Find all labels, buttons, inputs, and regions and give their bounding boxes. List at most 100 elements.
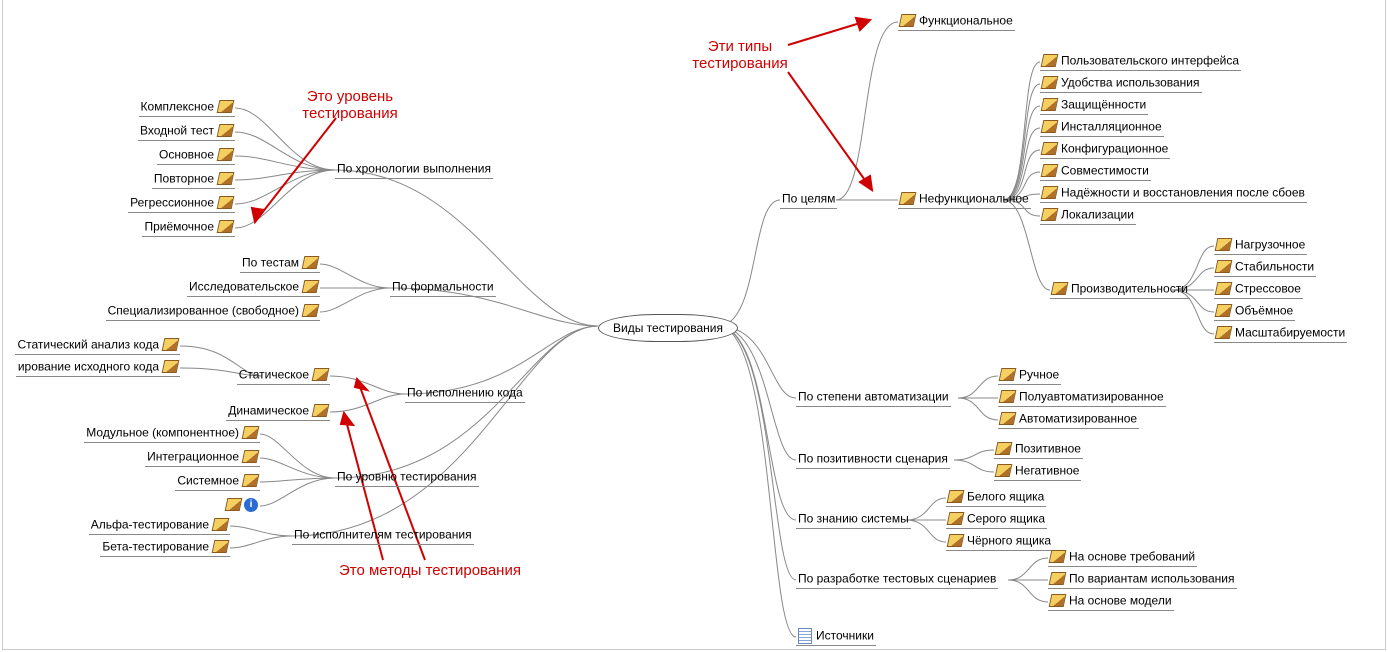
pos-item-1[interactable]: Негативное <box>994 462 1081 481</box>
pencil-icon <box>312 368 330 381</box>
know-item-2[interactable]: Чёрного ящика <box>946 532 1053 551</box>
center-node[interactable]: Виды тестирования <box>598 314 738 342</box>
center-label: Виды тестирования <box>613 321 723 335</box>
pencil-icon <box>1041 164 1059 177</box>
chronology-item-2[interactable]: Основное <box>157 146 235 165</box>
pencil-icon <box>1041 120 1059 133</box>
pencil-icon <box>995 464 1013 477</box>
pencil-icon <box>302 256 320 269</box>
pencil-icon <box>162 360 180 373</box>
branch-chronology[interactable]: По хронологии выполнения <box>335 160 493 179</box>
pencil-icon <box>999 390 1017 403</box>
pencil-icon <box>999 412 1017 425</box>
formality-item-2[interactable]: Специализированное (свободное) <box>106 302 320 321</box>
pencil-icon <box>217 148 235 161</box>
know-item-0[interactable]: Белого ящика <box>946 488 1046 507</box>
branch-automation[interactable]: По степени автоматизации <box>796 388 951 407</box>
pencil-icon <box>1215 326 1233 339</box>
perf-item-3[interactable]: Объёмное <box>1214 302 1295 321</box>
pencil-icon <box>1041 76 1059 89</box>
pencil-icon <box>1049 594 1067 607</box>
level-item-0[interactable]: Модульное (компонентное) <box>84 424 260 443</box>
annot-level: Это уровеньтестирования <box>280 88 420 122</box>
nf-item-6[interactable]: Надёжности и восстановления после сбоев <box>1040 184 1307 203</box>
code-exec-static[interactable]: Статическое <box>237 366 330 385</box>
nf-item-0[interactable]: Пользовательского интерфейса <box>1040 52 1241 71</box>
auto-item-2[interactable]: Автоматизированное <box>998 410 1139 429</box>
pencil-icon <box>1215 282 1233 295</box>
level-item-1[interactable]: Интеграционное <box>145 448 260 467</box>
branch-goals[interactable]: По целям <box>780 190 837 209</box>
pencil-icon <box>1041 208 1059 221</box>
nf-item-1[interactable]: Удобства использования <box>1040 74 1202 93</box>
pencil-icon <box>947 512 965 525</box>
pencil-icon <box>217 100 235 113</box>
goals-functional[interactable]: Функциональное <box>898 12 1015 31</box>
know-item-1[interactable]: Серого ящика <box>946 510 1047 529</box>
chronology-item-1[interactable]: Входной тест <box>138 122 235 141</box>
branch-sources[interactable]: Источники <box>796 627 876 646</box>
nf-item-7[interactable]: Локализации <box>1040 206 1136 225</box>
pencil-icon <box>312 404 330 417</box>
branch-level[interactable]: По уровню тестирования <box>335 468 479 487</box>
chronology-item-3[interactable]: Повторное <box>152 170 235 189</box>
nf-item-4[interactable]: Конфигурационное <box>1040 140 1170 159</box>
pencil-icon <box>899 192 917 205</box>
branch-formality[interactable]: По формальности <box>390 278 496 297</box>
nf-item-2[interactable]: Защищённости <box>1040 96 1148 115</box>
pos-item-0[interactable]: Позитивное <box>994 440 1083 459</box>
executors-item-1[interactable]: Бета-тестирование <box>100 538 230 557</box>
auto-item-1[interactable]: Полуавтоматизированное <box>998 388 1166 407</box>
perf-item-1[interactable]: Стабильности <box>1214 258 1316 277</box>
document-icon <box>798 628 812 644</box>
pencil-icon <box>947 490 965 503</box>
pencil-icon <box>1051 282 1069 295</box>
goals-nonfunctional[interactable]: Нефункциональное <box>898 190 1031 209</box>
pencil-icon <box>1041 54 1059 67</box>
chronology-item-0[interactable]: Комплексное <box>139 98 235 117</box>
branch-executors[interactable]: По исполнителям тестирования <box>292 526 474 545</box>
pencil-icon <box>217 172 235 185</box>
annot-types: Эти типытестирования <box>680 38 800 72</box>
pencil-icon <box>1041 142 1059 155</box>
pencil-icon <box>212 518 230 531</box>
pencil-icon <box>995 442 1013 455</box>
pencil-icon <box>947 534 965 547</box>
formality-item-0[interactable]: По тестам <box>240 254 320 273</box>
auto-item-0[interactable]: Ручное <box>998 366 1061 385</box>
static-child-1[interactable]: ирование исходного кода <box>16 358 180 377</box>
branch-code-exec[interactable]: По исполнению кода <box>405 384 525 403</box>
formality-item-1[interactable]: Исследовательское <box>187 278 320 297</box>
nf-item-3[interactable]: Инсталляционное <box>1040 118 1164 137</box>
chronology-item-4[interactable]: Регрессионное <box>128 194 235 213</box>
branch-knowledge[interactable]: По знанию системы <box>796 510 911 529</box>
pencil-icon <box>1215 304 1233 317</box>
goals-perf[interactable]: Производительности <box>1050 280 1190 299</box>
pencil-icon <box>217 220 235 233</box>
code-exec-dynamic[interactable]: Динамическое <box>226 402 330 421</box>
level-item-extra[interactable]: i <box>220 496 260 514</box>
pencil-icon <box>1041 98 1059 111</box>
pencil-icon <box>302 304 320 317</box>
pencil-icon <box>217 196 235 209</box>
perf-item-0[interactable]: Нагрузочное <box>1214 236 1307 255</box>
pencil-icon <box>1049 550 1067 563</box>
scen-item-1[interactable]: По вариантам использования <box>1048 570 1237 589</box>
pencil-icon <box>302 280 320 293</box>
info-icon: i <box>244 498 258 512</box>
executors-item-0[interactable]: Альфа-тестирование <box>89 516 230 535</box>
scen-item-0[interactable]: На основе требований <box>1048 548 1197 567</box>
branch-scenarios[interactable]: По разработке тестовых сценариев <box>796 570 998 589</box>
nf-item-5[interactable]: Совместимости <box>1040 162 1151 181</box>
pencil-icon <box>217 124 235 137</box>
pencil-icon <box>242 450 260 463</box>
static-child-0[interactable]: Статический анализ кода <box>15 336 180 355</box>
branch-positivity[interactable]: По позитивности сценария <box>796 450 950 469</box>
chronology-item-5[interactable]: Приёмочное <box>142 218 235 237</box>
pencil-icon <box>162 338 180 351</box>
pencil-icon <box>242 426 260 439</box>
level-item-2[interactable]: Системное <box>175 472 260 491</box>
perf-item-2[interactable]: Стрессовое <box>1214 280 1303 299</box>
scen-item-2[interactable]: На основе модели <box>1048 592 1174 611</box>
perf-item-4[interactable]: Масштабируемости <box>1214 324 1347 343</box>
